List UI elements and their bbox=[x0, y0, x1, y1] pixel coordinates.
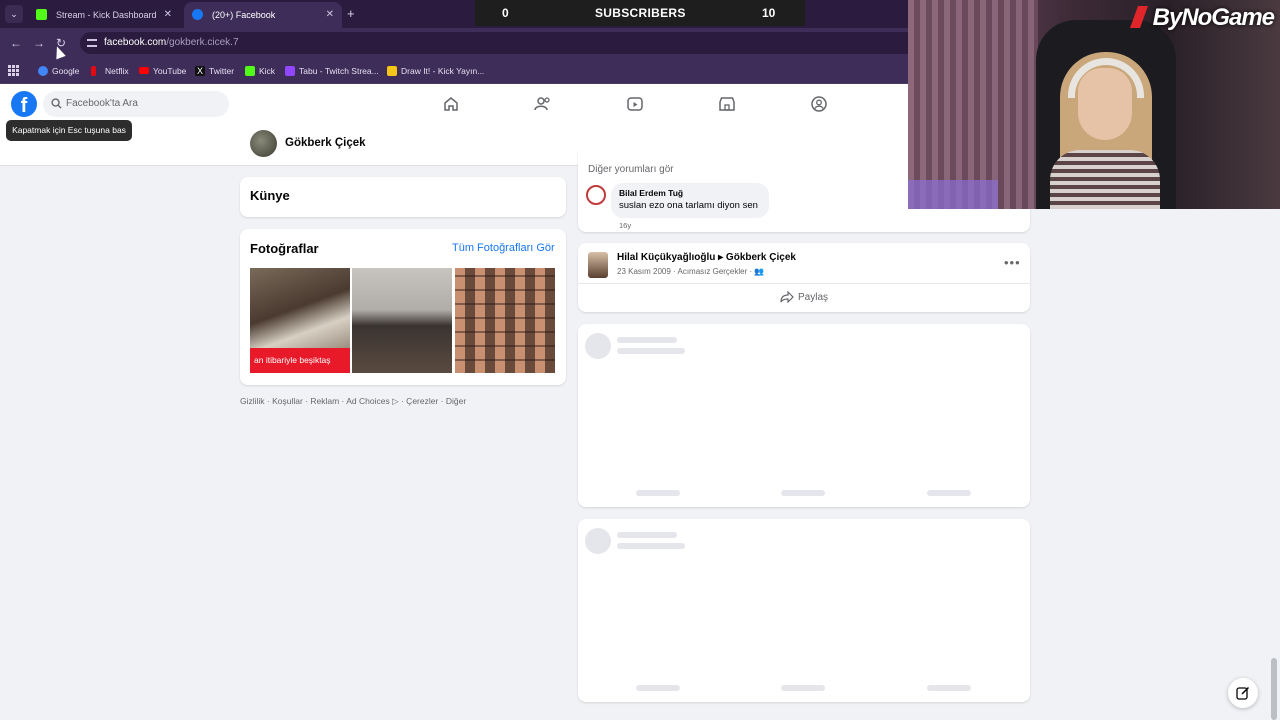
bookmark-label: Twitter bbox=[209, 66, 235, 76]
search-icon bbox=[51, 98, 62, 109]
webcam-overlay: ByNoGame bbox=[908, 0, 1280, 209]
facebook-logo-icon[interactable]: f bbox=[11, 91, 37, 117]
skeleton-avatar bbox=[585, 528, 611, 554]
share-icon bbox=[780, 291, 794, 303]
forward-icon[interactable]: → bbox=[33, 35, 45, 51]
kick-icon bbox=[36, 9, 47, 20]
bookmark-label: YouTube bbox=[153, 66, 187, 76]
skeleton-line bbox=[617, 348, 685, 354]
photos-title[interactable]: Fotoğraflar bbox=[250, 241, 319, 256]
compose-icon bbox=[1236, 686, 1250, 700]
tab-label: Stream - Kick Dashboard bbox=[56, 10, 157, 20]
skeleton-line bbox=[617, 543, 685, 549]
bookmark-label: Kick bbox=[259, 66, 276, 76]
avatar[interactable] bbox=[250, 130, 277, 157]
photo-thumbnail[interactable] bbox=[352, 268, 452, 373]
skeleton-line bbox=[927, 685, 971, 691]
netflix-icon bbox=[91, 66, 96, 76]
see-all-photos-link[interactable]: Tüm Fotoğrafları Gör bbox=[452, 242, 555, 254]
comment-avatar[interactable] bbox=[586, 185, 606, 205]
bookmark-twitter[interactable]: X Twitter bbox=[195, 58, 234, 84]
twitter-icon: X bbox=[195, 66, 205, 76]
tab-facebook[interactable]: (20+) Facebook ✕ bbox=[184, 2, 342, 28]
search-placeholder: Facebook'ta Ara bbox=[66, 98, 138, 109]
url-domain: facebook.com bbox=[104, 37, 167, 48]
tabu-icon bbox=[285, 66, 295, 76]
new-tab-button[interactable]: + bbox=[347, 5, 355, 23]
post-author[interactable]: Hilal Küçükyağlıoğlu ▸ Gökberk Çiçek bbox=[617, 252, 796, 263]
friends-icon[interactable] bbox=[534, 95, 552, 113]
post-meta: 23 Kasım 2009 · Acımasız Gerçekler · 👥 bbox=[617, 267, 765, 276]
comment-author[interactable]: Bilal Erdem Tuğ bbox=[619, 188, 761, 198]
apps-grid-icon[interactable] bbox=[8, 65, 19, 76]
fullscreen-exit-tooltip: Kapatmak için Esc tuşuna bas bbox=[6, 120, 132, 141]
search-input[interactable]: Facebook'ta Ara bbox=[43, 91, 229, 117]
bookmark-google[interactable]: Google bbox=[38, 58, 79, 84]
subscriber-count-left: 0 bbox=[502, 6, 509, 20]
bookmark-label: Netflix bbox=[105, 66, 129, 76]
skeleton-line bbox=[927, 490, 971, 496]
avatar[interactable] bbox=[588, 252, 608, 278]
bookmark-netflix[interactable]: Netflix bbox=[91, 58, 129, 84]
back-icon[interactable]: ← bbox=[10, 35, 22, 51]
bookmark-drawit[interactable]: Draw It! - Kick Yayın... bbox=[387, 58, 484, 84]
new-message-button[interactable] bbox=[1228, 678, 1258, 708]
bookmark-kick[interactable]: Kick bbox=[245, 58, 275, 84]
kick-icon bbox=[245, 66, 255, 76]
subscribers-label: SUBSCRIBERS bbox=[595, 6, 686, 20]
tab-kick-dashboard[interactable]: Stream - Kick Dashboard ✕ bbox=[28, 2, 180, 28]
home-icon[interactable] bbox=[442, 95, 460, 113]
profile-name[interactable]: Gökberk Çiçek bbox=[285, 137, 366, 149]
youtube-icon bbox=[139, 67, 149, 74]
close-tab-icon[interactable]: ✕ bbox=[326, 2, 334, 28]
groups-icon[interactable] bbox=[810, 95, 828, 113]
subscribers-overlay: 0 SUBSCRIBERS 10 bbox=[475, 0, 805, 26]
bookmark-label: Google bbox=[52, 66, 80, 76]
close-tab-icon[interactable]: ✕ bbox=[164, 2, 172, 28]
site-info-icon[interactable] bbox=[87, 39, 97, 47]
video-icon[interactable] bbox=[626, 95, 644, 113]
divider bbox=[578, 283, 1030, 284]
google-icon bbox=[38, 66, 48, 76]
more-comments-link[interactable]: Diğer yorumları gör bbox=[588, 164, 674, 175]
loading-post-skeleton bbox=[578, 324, 1030, 507]
more-options-icon[interactable]: ••• bbox=[1004, 256, 1021, 269]
url-bar[interactable]: facebook.com/gokberk.cicek.7 bbox=[80, 32, 1020, 54]
photo-caption: an itibariyle beşiktaş bbox=[250, 348, 350, 373]
kunye-card: Künye bbox=[240, 177, 566, 217]
footer-links[interactable]: Gizlilik · Koşullar · Reklam · Ad Choice… bbox=[240, 396, 466, 407]
photo-thumbnail[interactable] bbox=[455, 268, 555, 373]
skeleton-line bbox=[781, 685, 825, 691]
tab-label: (20+) Facebook bbox=[212, 10, 276, 20]
url-path: /gokberk.cicek.7 bbox=[166, 37, 239, 48]
skeleton-line bbox=[636, 490, 680, 496]
comment-timestamp[interactable]: 16y bbox=[619, 221, 631, 230]
brand-watermark: ByNoGame bbox=[1152, 4, 1275, 31]
tab-search-button[interactable]: ⌄ bbox=[5, 5, 23, 23]
bookmark-label: Tabu - Twitch Strea... bbox=[299, 66, 379, 76]
bookmark-youtube[interactable]: YouTube bbox=[139, 58, 186, 84]
loading-post-skeleton bbox=[578, 519, 1030, 702]
marketplace-icon[interactable] bbox=[718, 95, 736, 113]
skeleton-avatar bbox=[585, 333, 611, 359]
facebook-icon bbox=[192, 9, 203, 20]
bookmark-label: Draw It! - Kick Yayın... bbox=[401, 66, 485, 76]
skeleton-line bbox=[636, 685, 680, 691]
skeleton-line bbox=[617, 532, 677, 538]
drawit-icon bbox=[387, 66, 397, 76]
skeleton-line bbox=[617, 337, 677, 343]
share-button[interactable]: Paylaş bbox=[780, 291, 829, 303]
kunye-title: Künye bbox=[250, 188, 290, 203]
page-scrollbar[interactable] bbox=[1271, 658, 1277, 720]
comment-bubble: Bilal Erdem Tuğ suslan ezo ona tarlamı d… bbox=[611, 183, 769, 218]
subscriber-count-right: 10 bbox=[762, 6, 776, 20]
comment-text: suslan ezo ona tarlamı diyon sen bbox=[619, 200, 758, 211]
photo-thumbnail[interactable]: an itibariyle beşiktaş bbox=[250, 268, 350, 373]
share-label: Paylaş bbox=[798, 292, 829, 303]
bookmark-tabu[interactable]: Tabu - Twitch Strea... bbox=[285, 58, 379, 84]
skeleton-line bbox=[781, 490, 825, 496]
